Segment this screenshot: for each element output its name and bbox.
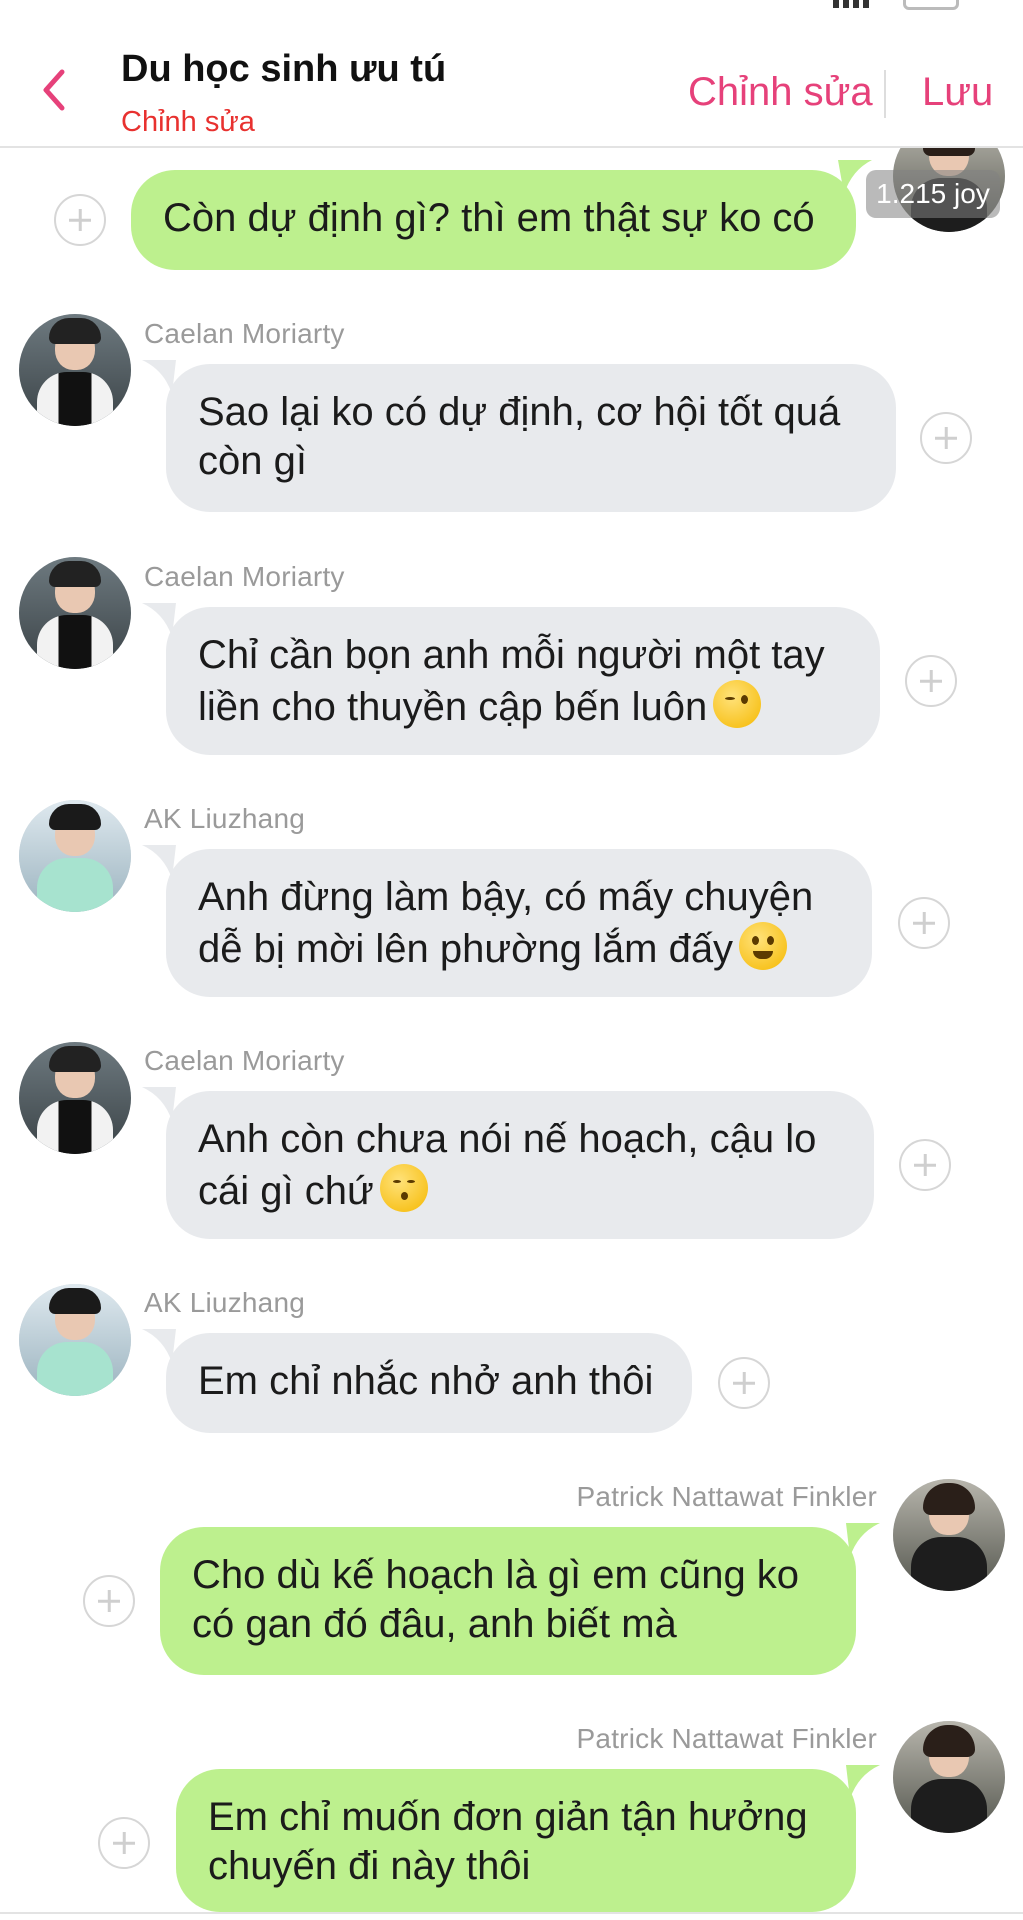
- sender-name: Caelan Moriarty: [144, 1045, 345, 1076]
- avatar[interactable]: [893, 1479, 1005, 1591]
- save-button[interactable]: Lưu: [922, 70, 993, 115]
- message-text: Còn dự định gì? thì em thật sự ko có: [163, 196, 815, 240]
- message-bubble[interactable]: Cho dù kế hoạch là gì em cũng ko có gan …: [160, 1527, 856, 1675]
- back-button[interactable]: [30, 60, 78, 120]
- sender-name: Patrick Nattawat Finkler: [576, 1723, 877, 1754]
- message-text: Em chỉ nhắc nhở anh thôi: [198, 1359, 654, 1403]
- sender-name: AK Liuzhang: [144, 803, 305, 834]
- message-line: Cho dù kế hoạch là gì em cũng ko: [192, 1553, 800, 1597]
- message-bubble[interactable]: Em chỉ muốn đơn giản tận hưởng chuyến đi…: [176, 1769, 856, 1912]
- message-line: Anh đừng làm bậy, có mấy chuyện: [198, 875, 814, 919]
- status-bar: [0, 0, 1023, 14]
- message-bubble[interactable]: Chỉ cần bọn anh mỗi người một tay liền c…: [166, 607, 880, 755]
- chat-area: 1.215 joy Còn dự định gì? thì em thật sự…: [0, 0, 1023, 1920]
- avatar[interactable]: [19, 314, 131, 426]
- sender-name: Caelan Moriarty: [144, 561, 345, 592]
- page-title: Du học sinh ưu tú: [121, 48, 447, 90]
- avatar[interactable]: [19, 1042, 131, 1154]
- battery-icon: [903, 0, 959, 10]
- message-line: còn gì: [198, 439, 307, 483]
- message-bubble[interactable]: Anh đừng làm bậy, có mấy chuyện dễ bị mờ…: [166, 849, 872, 997]
- add-reaction-button[interactable]: [898, 897, 950, 949]
- winking-face-emoji-icon: [713, 680, 762, 728]
- message-line: liền cho thuyền cập bến luôn: [198, 685, 708, 729]
- slightly-smiling-face-emoji-icon: [739, 922, 788, 970]
- message-bubble[interactable]: Sao lại ko có dự định, cơ hội tốt quá cò…: [166, 364, 896, 512]
- sender-name: Patrick Nattawat Finkler: [576, 1481, 877, 1512]
- add-reaction-button[interactable]: [718, 1357, 770, 1409]
- message-line: cái gì chứ: [198, 1169, 374, 1213]
- message-line: Anh còn chưa nói nế hoạch, cậu lo: [198, 1117, 817, 1161]
- add-reaction-button[interactable]: [54, 194, 106, 246]
- add-reaction-button[interactable]: [905, 655, 957, 707]
- sender-name: Caelan Moriarty: [144, 318, 345, 349]
- signal-icon: [833, 0, 873, 8]
- avatar[interactable]: [19, 557, 131, 669]
- avatar[interactable]: [19, 1284, 131, 1396]
- avatar[interactable]: [893, 1721, 1005, 1833]
- message-bubble[interactable]: Anh còn chưa nói nế hoạch, cậu lo cái gì…: [166, 1091, 874, 1239]
- joy-count-badge: 1.215 joy: [866, 170, 1000, 218]
- message-line: Sao lại ko có dự định, cơ hội tốt quá: [198, 390, 841, 434]
- message-bubble[interactable]: Còn dự định gì? thì em thật sự ko có: [131, 170, 856, 270]
- add-reaction-button[interactable]: [920, 412, 972, 464]
- chevron-left-icon: [43, 69, 65, 111]
- header-divider: [884, 70, 886, 118]
- add-reaction-button[interactable]: [98, 1817, 150, 1869]
- nav-header: Du học sinh ưu tú Chỉnh sửa Chỉnh sửa Lư…: [0, 0, 1023, 148]
- kissing-face-emoji-icon: [379, 1164, 428, 1212]
- message-bubble[interactable]: Em chỉ nhắc nhở anh thôi: [166, 1333, 692, 1433]
- message-line: Chỉ cần bọn anh mỗi người một tay: [198, 633, 825, 677]
- edit-button[interactable]: Chỉnh sửa: [688, 70, 873, 115]
- message-line: dễ bị mời lên phường lắm đấy: [198, 927, 734, 971]
- page-subtitle: Chỉnh sửa: [121, 106, 255, 138]
- message-line: chuyến đi này thôi: [208, 1844, 531, 1888]
- message-line: Em chỉ muốn đơn giản tận hưởng: [208, 1795, 808, 1839]
- add-reaction-button[interactable]: [899, 1139, 951, 1191]
- add-reaction-button[interactable]: [83, 1575, 135, 1627]
- avatar[interactable]: [19, 800, 131, 912]
- message-line: có gan đó đâu, anh biết mà: [192, 1602, 677, 1646]
- sender-name: AK Liuzhang: [144, 1287, 305, 1318]
- bottom-divider: [0, 1912, 1023, 1914]
